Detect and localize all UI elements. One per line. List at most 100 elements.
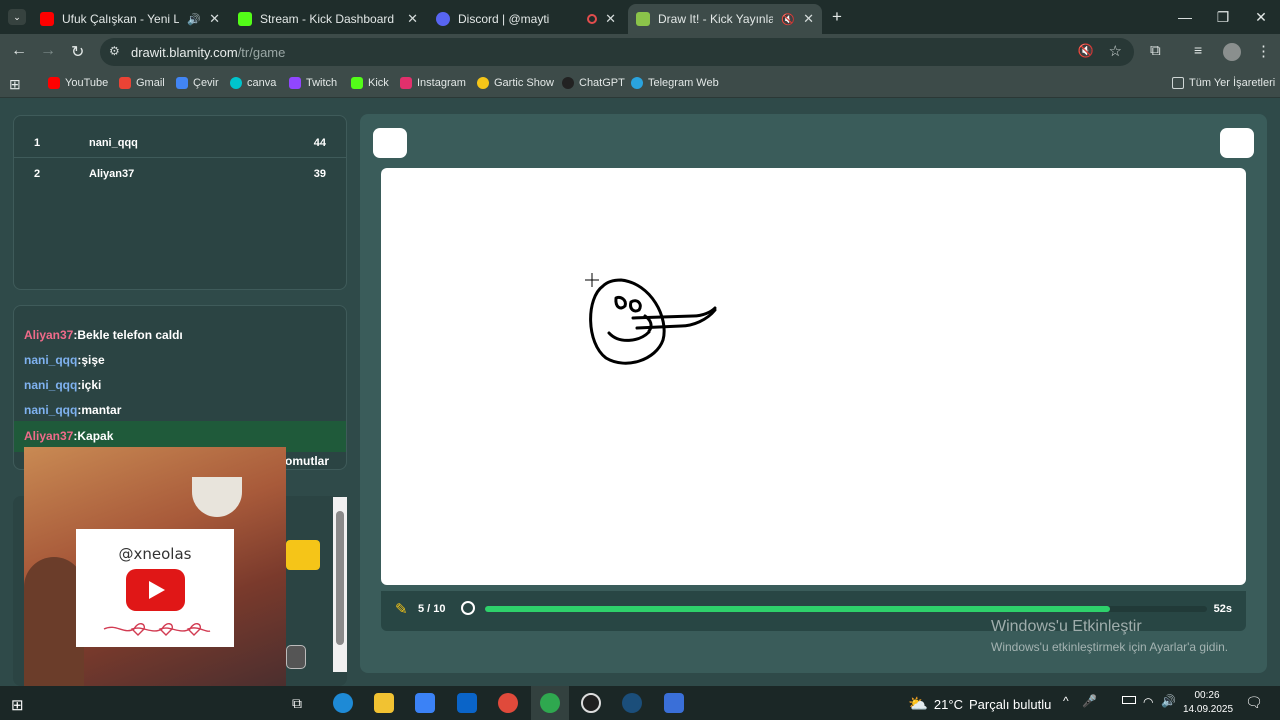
chatgpt-icon: [562, 77, 574, 89]
chrome-icon[interactable]: [498, 693, 518, 713]
browser-menu-icon[interactable]: ⋮: [1256, 42, 1271, 60]
bookmark-gmail[interactable]: Gmail: [119, 77, 165, 89]
outlook-icon[interactable]: [457, 693, 477, 713]
notifications-icon[interactable]: 🗨: [1245, 694, 1263, 711]
reload-icon[interactable]: ↻: [71, 42, 84, 62]
bookmark-youtube[interactable]: YouTube: [48, 77, 108, 89]
chrome-profile-icon[interactable]: [540, 693, 560, 713]
rank: 2: [34, 168, 41, 180]
kick-icon: [351, 77, 363, 89]
obs-icon[interactable]: [581, 693, 601, 713]
close-tab-icon[interactable]: ✕: [209, 11, 220, 27]
back-icon[interactable]: ←: [11, 42, 27, 60]
leaderboard-row: 1 nani_qqq 44: [14, 128, 346, 158]
bookmark-label: Instagram: [417, 77, 466, 89]
close-tab-icon[interactable]: ✕: [407, 11, 418, 27]
partly-cloudy-icon: ⛅: [908, 696, 928, 713]
site-info-icon[interactable]: ⚙: [109, 44, 120, 58]
media-controls-icon[interactable]: ≡: [1194, 42, 1202, 58]
bookmark-label: Kick: [368, 77, 389, 89]
windows-taskbar: ⊞ ⧉ ⛅ 21°C Parçalı bulutlu ^ 🎤 ◠ 🔊 00:26…: [0, 686, 1280, 720]
clock-date: 14.09.2025: [1183, 704, 1234, 715]
overlay-character: [24, 557, 84, 687]
edge-icon[interactable]: [333, 693, 353, 713]
tab-draw-it[interactable]: Draw It! - Kick Yayınları İçin 🔇 ✕: [628, 4, 822, 34]
drawing-canvas[interactable]: [381, 168, 1246, 585]
weather-widget[interactable]: ⛅ 21°C Parçalı bulutlu: [908, 694, 1051, 714]
bookmark-gartic-show[interactable]: Gartic Show: [477, 77, 554, 89]
omnibox[interactable]: ⚙ drawit.blamity.com/tr/game 🔇 ☆: [100, 38, 1134, 66]
youtube-icon: [40, 12, 54, 26]
youtube-handle: @xneolas: [118, 545, 192, 563]
time-progress-bar: [485, 606, 1207, 612]
clock-time: 00:26: [1194, 690, 1220, 701]
bookmark-cevir[interactable]: Çevir: [176, 77, 219, 89]
apps-grid-icon[interactable]: ⊞: [9, 76, 21, 93]
player-name: nani_qqq: [89, 137, 138, 149]
close-window-icon[interactable]: ✕: [1242, 0, 1280, 34]
player-name: Aliyan37: [89, 168, 135, 180]
profile-avatar[interactable]: [1223, 43, 1241, 61]
pencil-icon: ✎: [395, 601, 408, 618]
emoji-button[interactable]: [286, 645, 306, 669]
volume-icon[interactable]: 🔊: [1161, 694, 1176, 708]
extensions-icon[interactable]: ⧉: [1150, 42, 1161, 59]
forward-icon[interactable]: →: [40, 42, 56, 60]
watermark-subtitle: Windows'u etkinleştirmek için Ayarlar'a …: [991, 640, 1229, 654]
new-tab-icon[interactable]: +: [832, 7, 842, 27]
taskbar-clock[interactable]: 00:26 14.09.2025: [1183, 689, 1234, 717]
kick-icon: [238, 12, 252, 26]
steam-icon[interactable]: [622, 693, 642, 713]
file-explorer-icon[interactable]: [374, 693, 394, 713]
close-tab-icon[interactable]: ✕: [605, 11, 616, 27]
tab-list-dropdown-icon[interactable]: ⌄: [8, 9, 26, 25]
chat-message: nani_qqq:içki: [24, 378, 102, 392]
canva-icon: [230, 77, 242, 89]
chat-username: Aliyan37: [24, 429, 74, 443]
bookmark-instagram[interactable]: Instagram: [400, 77, 466, 89]
address-bar-row: ← → ↻ ⚙ drawit.blamity.com/tr/game 🔇 ☆ ⧉…: [0, 34, 1280, 70]
yellow-button[interactable]: [286, 540, 320, 570]
tab-title: Ufuk Çalışkan - Yeni Limanla: [62, 12, 180, 26]
bookmark-kick[interactable]: Kick: [351, 77, 389, 89]
sound-off-icon[interactable]: 🔇: [1078, 43, 1094, 59]
bookmark-star-icon[interactable]: ☆: [1109, 42, 1122, 60]
chat-username: Aliyan37: [24, 328, 74, 342]
watermark-title: Windows'u Etkinleştir: [991, 618, 1142, 635]
minimize-icon[interactable]: —: [1166, 0, 1204, 34]
maximize-icon[interactable]: ❐: [1204, 0, 1242, 34]
bookmark-label: Çevir: [193, 77, 219, 89]
audio-playing-icon[interactable]: 🔊: [187, 13, 201, 26]
bookmark-label: Twitch: [306, 77, 338, 89]
task-view-icon[interactable]: ⧉: [292, 695, 302, 712]
overlay-scrollbar[interactable]: [333, 497, 347, 672]
chat-message: Aliyan37:Bekle telefon caldı: [24, 328, 183, 342]
store-icon[interactable]: [415, 693, 435, 713]
stopwatch-icon: [461, 601, 475, 615]
muted-icon[interactable]: 🔇: [781, 13, 795, 26]
bookmark-label: Telegram Web: [648, 77, 719, 89]
bookmark-twitch[interactable]: Twitch: [289, 77, 337, 89]
battery-icon[interactable]: [1122, 696, 1136, 704]
microphone-icon[interactable]: 🎤: [1082, 694, 1097, 708]
recording-icon: [587, 14, 598, 24]
start-windows-icon[interactable]: ⊞: [11, 696, 24, 714]
show-hidden-icons[interactable]: ^: [1063, 694, 1069, 708]
tab-kick-dashboard[interactable]: Stream - Kick Dashboard ✕: [230, 4, 426, 34]
scrollbar-thumb[interactable]: [336, 511, 344, 645]
wifi-icon[interactable]: ◠: [1143, 695, 1153, 709]
chat-username: nani_qqq: [24, 403, 78, 417]
bookmark-chatgpt[interactable]: ChatGPT: [562, 77, 625, 89]
close-tab-icon[interactable]: ✕: [803, 11, 814, 27]
right-tool-button[interactable]: [1220, 128, 1254, 158]
tab-discord[interactable]: Discord | @mayti ✕: [428, 4, 624, 34]
bookmark-telegram[interactable]: Telegram Web: [631, 77, 719, 89]
all-bookmarks-folder[interactable]: Tüm Yer İşaretleri: [1172, 77, 1275, 89]
url-text: drawit.blamity.com/tr/game: [131, 45, 285, 60]
left-tool-button[interactable]: [373, 128, 407, 158]
drawit-icon: [636, 12, 650, 26]
bookmark-label: Gartic Show: [494, 77, 554, 89]
tab-youtube[interactable]: Ufuk Çalışkan - Yeni Limanla 🔊 ✕: [32, 4, 228, 34]
app-icon[interactable]: [664, 693, 684, 713]
bookmark-canva[interactable]: canva: [230, 77, 276, 89]
